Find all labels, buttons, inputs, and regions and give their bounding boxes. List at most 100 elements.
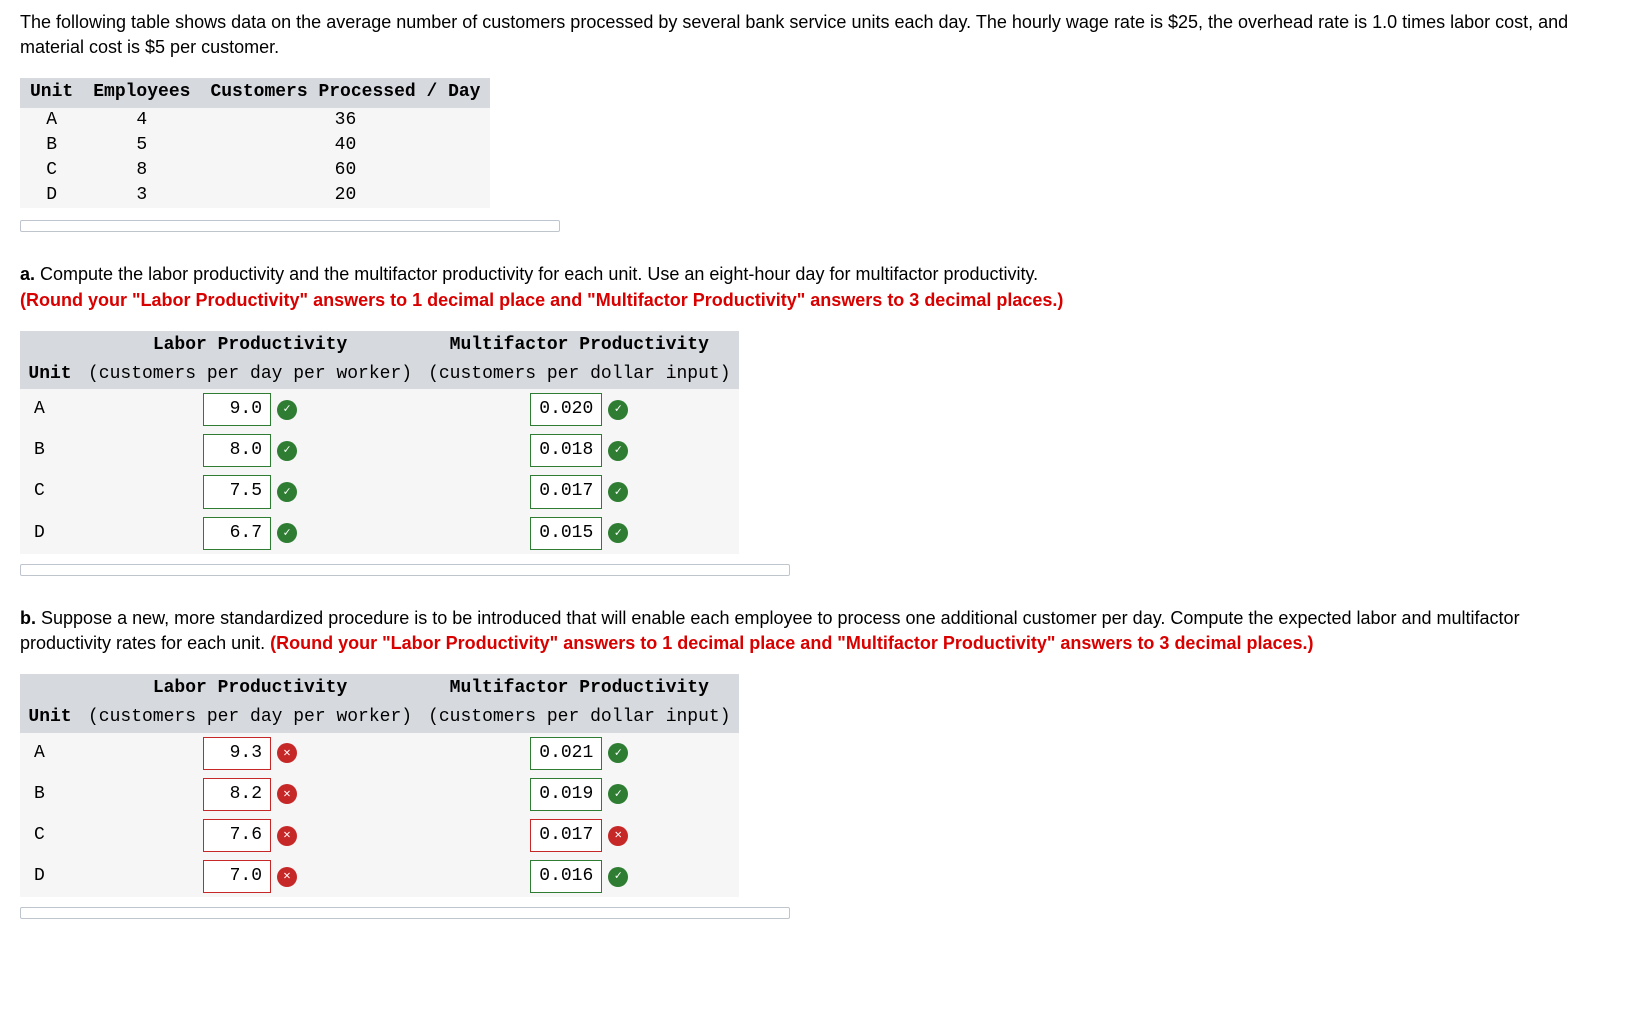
multi-input[interactable]: 0.021 bbox=[530, 737, 602, 770]
unit-header-a: Unit bbox=[20, 360, 80, 389]
employees-cell: 5 bbox=[83, 133, 200, 158]
labor-header-b: Labor Productivity bbox=[80, 674, 420, 703]
horizontal-scrollbar[interactable] bbox=[20, 907, 790, 919]
labor-cell: 8.0✓ bbox=[80, 430, 420, 471]
multi-cell: 0.018 ✓ bbox=[420, 430, 738, 471]
table-row: B8.0✓ 0.018 ✓ bbox=[20, 430, 739, 471]
multi-header-b: Multifactor Productivity bbox=[420, 674, 738, 703]
multi-input[interactable]: 0.019 bbox=[530, 778, 602, 811]
table-row: C860 bbox=[20, 158, 490, 183]
check-icon: ✓ bbox=[277, 400, 297, 420]
labor-subheader-a: (customers per day per worker) bbox=[80, 360, 420, 389]
table-row: B 8.2 ✕ 0.019 ✓ bbox=[20, 774, 739, 815]
multi-cell: 0.016 ✓ bbox=[420, 856, 738, 897]
labor-input[interactable]: 7.0 bbox=[203, 860, 271, 893]
multi-input[interactable]: 0.017 bbox=[530, 819, 602, 852]
unit-cell: C bbox=[20, 158, 83, 183]
employees-cell: 3 bbox=[83, 183, 200, 208]
multi-cell: 0.021 ✓ bbox=[420, 733, 738, 774]
multi-input[interactable]: 0.017 bbox=[530, 475, 602, 508]
labor-cell: 9.3 ✕ bbox=[80, 733, 420, 774]
multi-subheader-a: (customers per dollar input) bbox=[420, 360, 738, 389]
unit-cell: D bbox=[20, 183, 83, 208]
unit-cell: A bbox=[20, 108, 83, 133]
horizontal-scrollbar[interactable] bbox=[20, 220, 560, 232]
multi-input[interactable]: 0.016 bbox=[530, 860, 602, 893]
customers-cell: 40 bbox=[200, 133, 490, 158]
table-row: A 9.3 ✕ 0.021 ✓ bbox=[20, 733, 739, 774]
labor-input[interactable]: 9.0 bbox=[203, 393, 271, 426]
table-row: C 7.6 ✕ 0.017 ✕ bbox=[20, 815, 739, 856]
labor-cell: 7.5 ✓ bbox=[80, 471, 420, 512]
horizontal-scrollbar[interactable] bbox=[20, 564, 790, 576]
multi-input[interactable]: 0.015 bbox=[530, 517, 602, 550]
table-row: B540 bbox=[20, 133, 490, 158]
labor-input[interactable]: 8.0 bbox=[203, 434, 271, 467]
unit-cell: A bbox=[20, 389, 80, 430]
unit-cell: C bbox=[20, 471, 80, 512]
customers-cell: 36 bbox=[200, 108, 490, 133]
labor-input[interactable]: 9.3 bbox=[203, 737, 271, 770]
labor-input[interactable]: 7.5 bbox=[203, 475, 271, 508]
employees-cell: 8 bbox=[83, 158, 200, 183]
check-icon: ✓ bbox=[277, 523, 297, 543]
table-row: D 7.0 ✕ 0.016 ✓ bbox=[20, 856, 739, 897]
multi-cell: 0.017 ✓ bbox=[420, 471, 738, 512]
answer-table-b: Labor Productivity Multifactor Productiv… bbox=[20, 674, 739, 897]
labor-cell: 9.0 ✓ bbox=[80, 389, 420, 430]
x-icon: ✕ bbox=[277, 784, 297, 804]
check-icon: ✓ bbox=[608, 400, 628, 420]
check-icon: ✓ bbox=[277, 482, 297, 502]
labor-cell: 8.2 ✕ bbox=[80, 774, 420, 815]
table-row: C 7.5 ✓ 0.017 ✓ bbox=[20, 471, 739, 512]
check-icon: ✓ bbox=[608, 743, 628, 763]
multi-cell: 0.020 ✓ bbox=[420, 389, 738, 430]
unit-cell: D bbox=[20, 856, 80, 897]
multi-cell: 0.015✓ bbox=[420, 513, 738, 554]
labor-header-a: Labor Productivity bbox=[80, 331, 420, 360]
labor-subheader-b: (customers per day per worker) bbox=[80, 703, 420, 732]
unit-cell: B bbox=[20, 774, 80, 815]
x-icon: ✕ bbox=[277, 743, 297, 763]
unit-cell: C bbox=[20, 815, 80, 856]
unit-cell: D bbox=[20, 513, 80, 554]
multi-header-a: Multifactor Productivity bbox=[420, 331, 738, 360]
multi-input[interactable]: 0.020 bbox=[530, 393, 602, 426]
question-a-text: a. Compute the labor productivity and th… bbox=[20, 262, 1614, 312]
data-header-unit: Unit bbox=[20, 78, 83, 107]
answer-table-a: Labor Productivity Multifactor Productiv… bbox=[20, 331, 739, 554]
unit-cell: A bbox=[20, 733, 80, 774]
labor-input[interactable]: 8.2 bbox=[203, 778, 271, 811]
table-row: D 6.7 ✓ 0.015✓ bbox=[20, 513, 739, 554]
labor-cell: 6.7 ✓ bbox=[80, 513, 420, 554]
unit-cell: B bbox=[20, 133, 83, 158]
multi-subheader-b: (customers per dollar input) bbox=[420, 703, 738, 732]
unit-cell: B bbox=[20, 430, 80, 471]
customers-cell: 20 bbox=[200, 183, 490, 208]
check-icon: ✓ bbox=[608, 867, 628, 887]
x-icon: ✕ bbox=[277, 826, 297, 846]
labor-cell: 7.6 ✕ bbox=[80, 815, 420, 856]
intro-text: The following table shows data on the av… bbox=[20, 10, 1614, 60]
check-icon: ✓ bbox=[608, 441, 628, 461]
table-row: D320 bbox=[20, 183, 490, 208]
employees-cell: 4 bbox=[83, 108, 200, 133]
customers-cell: 60 bbox=[200, 158, 490, 183]
check-icon: ✓ bbox=[608, 482, 628, 502]
labor-input[interactable]: 6.7 bbox=[203, 517, 271, 550]
x-icon: ✕ bbox=[608, 826, 628, 846]
multi-cell: 0.019 ✓ bbox=[420, 774, 738, 815]
table-row: A 9.0 ✓ 0.020 ✓ bbox=[20, 389, 739, 430]
data-table: Unit Employees Customers Processed / Day… bbox=[20, 78, 490, 208]
x-icon: ✕ bbox=[277, 867, 297, 887]
multi-input[interactable]: 0.018 bbox=[530, 434, 602, 467]
table-row: A436 bbox=[20, 108, 490, 133]
labor-input[interactable]: 7.6 bbox=[203, 819, 271, 852]
data-header-employees: Employees bbox=[83, 78, 200, 107]
data-header-customers: Customers Processed / Day bbox=[200, 78, 490, 107]
multi-cell: 0.017 ✕ bbox=[420, 815, 738, 856]
question-b-text: b. Suppose a new, more standardized proc… bbox=[20, 606, 1614, 656]
check-icon: ✓ bbox=[608, 784, 628, 804]
labor-cell: 7.0 ✕ bbox=[80, 856, 420, 897]
unit-header-b: Unit bbox=[20, 703, 80, 732]
